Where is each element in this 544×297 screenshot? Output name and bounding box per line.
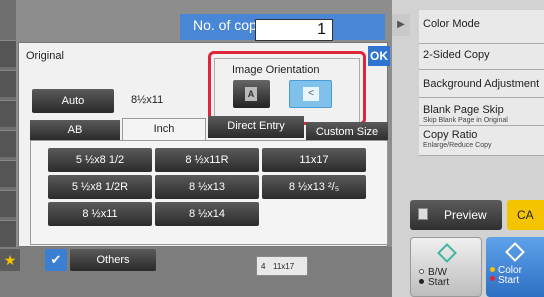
menu-copy-ratio[interactable]: Copy Ratio Enlarge/Reduce Copy: [419, 126, 544, 156]
size-button[interactable]: 5 ½x8 1/2: [48, 148, 152, 172]
tab-direct-entry[interactable]: Direct Entry: [208, 116, 304, 138]
size-button[interactable]: 8 ½x14: [155, 202, 259, 226]
paper-tray-indicator: 4 11x17: [256, 256, 308, 276]
menu-sublabel: Enlarge/Reduce Copy: [423, 142, 492, 149]
copies-input[interactable]: 1: [255, 19, 333, 41]
auto-button[interactable]: Auto: [32, 89, 114, 113]
size-button[interactable]: 8 ½x13: [155, 175, 259, 199]
tab-ab[interactable]: AB: [30, 120, 120, 140]
bw-indicator-icon: [419, 269, 424, 274]
tab-custom-size[interactable]: Custom Size: [306, 122, 388, 142]
menu-sublabel: Skip Blank Page in Original: [423, 117, 508, 124]
size-button[interactable]: 8 ½x13 ²/₅: [262, 175, 366, 199]
size-button[interactable]: 8 ½x11: [48, 202, 152, 226]
tray-number: 4: [261, 262, 266, 271]
bw-start-label: B/W Start: [428, 267, 450, 288]
start-diamond-icon: [437, 243, 457, 263]
auto-size-value: 8½x11: [131, 94, 164, 106]
tray-size: 11x17: [273, 262, 295, 271]
preview-label: Preview: [444, 208, 487, 222]
dialog-title: Original: [26, 50, 64, 62]
menu-label: Color Mode: [423, 18, 480, 30]
bw-indicator-icon: [419, 279, 424, 284]
menu-2-sided-copy[interactable]: 2-Sided Copy: [419, 44, 544, 70]
menu-label: 2-Sided Copy: [423, 49, 490, 61]
star-icon[interactable]: ★: [0, 249, 20, 271]
menu-blank-page-skip[interactable]: Blank Page Skip Skip Blank Page in Origi…: [419, 98, 544, 126]
color-indicator-icon: [490, 276, 495, 281]
checkmark-icon[interactable]: ✔: [45, 249, 67, 271]
expand-arrow-icon[interactable]: ▶: [392, 14, 410, 36]
size-button[interactable]: 5 ½x8 1/2R: [48, 175, 152, 199]
clear-all-button[interactable]: CA: [507, 200, 544, 230]
others-button[interactable]: Others: [70, 249, 156, 271]
size-button[interactable]: 11x17: [262, 148, 366, 172]
menu-color-mode[interactable]: Color Mode: [419, 10, 544, 44]
color-indicator-icon: [490, 267, 495, 272]
menu-label: Background Adjustment: [423, 78, 540, 90]
preview-icon: [418, 208, 428, 220]
size-button[interactable]: 8 ½x11R: [155, 148, 259, 172]
tab-inch[interactable]: Inch: [122, 118, 206, 140]
menu-label: Copy Ratio: [423, 129, 478, 141]
color-start-label: Color Start: [498, 265, 522, 286]
start-diamond-icon: [505, 242, 525, 262]
highlight-frame: [208, 51, 366, 125]
menu-label: Blank Page Skip: [423, 104, 504, 116]
ok-button[interactable]: OK: [368, 46, 390, 66]
menu-background-adjustment[interactable]: Background Adjustment: [419, 70, 544, 98]
